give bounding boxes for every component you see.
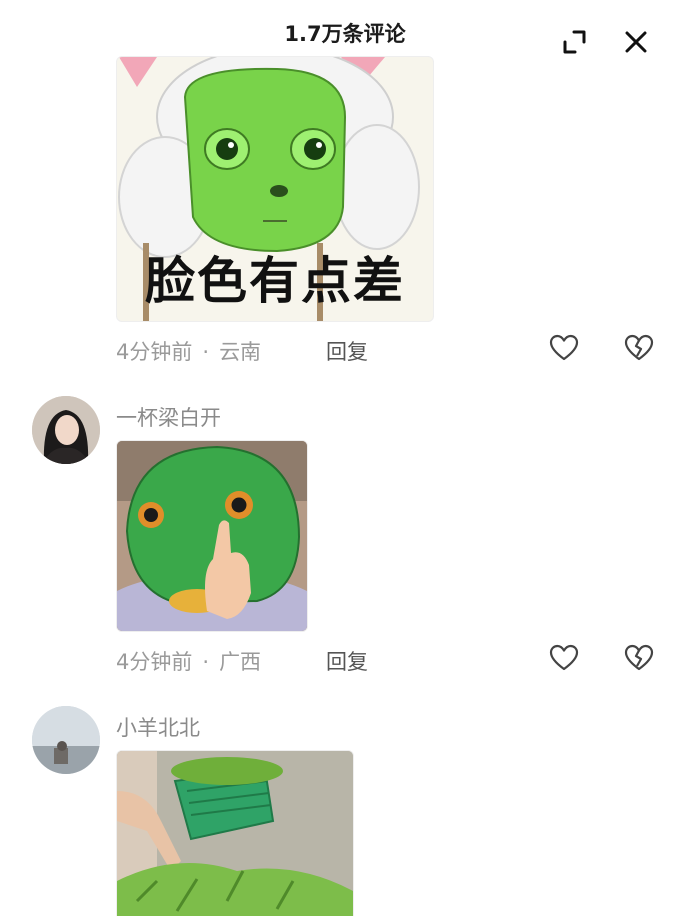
heart-icon [549, 334, 579, 361]
heart-icon [549, 644, 579, 671]
comment-time: 4分钟前 [116, 650, 193, 674]
comment-image[interactable] [116, 440, 308, 632]
comment-location: 广西 [219, 650, 262, 674]
green-fish-mask-photo [117, 441, 307, 631]
vegetables-basket-photo [117, 751, 353, 916]
image-caption: 脸色有点差 [145, 252, 405, 310]
like-button[interactable] [549, 644, 579, 672]
comment-time: 4分钟前 [116, 340, 193, 364]
reply-button[interactable]: 回复 [326, 646, 368, 676]
avatar-photo [32, 706, 100, 774]
reply-button[interactable]: 回复 [326, 336, 368, 366]
comment-username[interactable]: 一杯梁白开 [116, 402, 221, 432]
comment-meta: 4分钟前 · 广西 [116, 650, 262, 674]
expand-button[interactable] [558, 26, 590, 58]
comment-image[interactable]: 脸色有点差 [116, 56, 434, 322]
expand-icon [563, 30, 586, 54]
like-button[interactable] [549, 334, 579, 362]
close-icon [625, 31, 647, 53]
comment-meta: 4分钟前 · 云南 [116, 340, 262, 364]
comment-image[interactable] [116, 750, 354, 916]
avatar[interactable] [32, 706, 100, 774]
comment-username[interactable]: 小羊北北 [116, 712, 200, 742]
broken-heart-icon [624, 334, 654, 361]
avatar-photo [32, 396, 100, 464]
dislike-button[interactable] [624, 334, 654, 362]
close-button[interactable] [620, 26, 652, 58]
dislike-button[interactable] [624, 644, 654, 672]
avatar[interactable] [32, 396, 100, 464]
broken-heart-icon [624, 644, 654, 671]
comment-location: 云南 [219, 340, 262, 364]
